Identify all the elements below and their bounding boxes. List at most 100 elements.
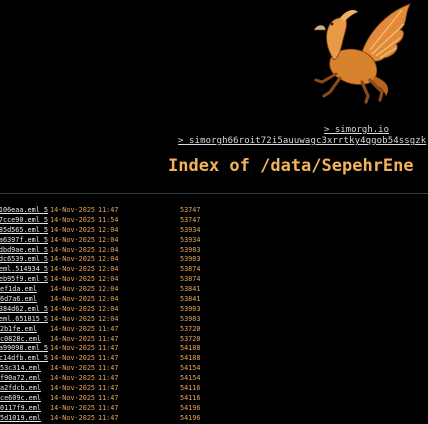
file-date: 14-Nov-2025 (50, 393, 96, 402)
file-size: 54154 (180, 364, 201, 373)
file-date: 14-Nov-2025 (50, 275, 96, 284)
file-link[interactable]: 5_eb95f9.eml (0, 275, 48, 285)
file-size: 54188 (180, 344, 201, 353)
file-row: f90a72.eml 14-Nov-2025 11:47 54154 (0, 374, 428, 384)
file-link[interactable]: 5_c14dfb.eml (0, 354, 48, 364)
file-time: 11:47 (98, 393, 119, 402)
file-time: 11:47 (98, 334, 119, 343)
file-row: 5d1019.eml 14-Nov-2025 11:47 54196 (0, 414, 428, 424)
file-row: 5_eb95f9.eml 14-Nov-2025 12:04 53874 (0, 275, 428, 285)
file-row: 5_651815.eml 14-Nov-2025 12:04 53903 (0, 315, 428, 325)
file-link[interactable]: 0117f9.eml (0, 404, 48, 414)
file-row: 53c314.eml 14-Nov-2025 11:47 54154 (0, 364, 428, 374)
file-link[interactable]: c0828c.eml (0, 335, 48, 345)
file-size: 53720 (180, 324, 201, 333)
file-link[interactable]: f90a72.eml (0, 374, 48, 384)
file-row: 6d7a6.eml 14-Nov-2025 12:04 53841 (0, 295, 428, 305)
file-row: ce609c.eml 14-Nov-2025 11:47 54116 (0, 394, 428, 404)
file-link[interactable]: 5d1019.eml (0, 414, 48, 424)
file-row: 5_dbd9ae.eml 14-Nov-2025 12:04 53903 (0, 246, 428, 256)
file-size: 53747 (180, 215, 201, 224)
file-date: 14-Nov-2025 (50, 354, 96, 363)
file-time: 11:47 (98, 374, 119, 383)
file-size: 53841 (180, 285, 201, 294)
file-size: 54196 (180, 403, 201, 412)
file-time: 11:47 (98, 384, 119, 393)
file-row: a2fdcb.eml 14-Nov-2025 11:47 54116 (0, 384, 428, 394)
file-date: 14-Nov-2025 (50, 324, 96, 333)
file-link[interactable]: 5_a6397f.eml (0, 236, 48, 246)
file-link[interactable]: ef1da.eml (0, 285, 48, 295)
file-row: 5_a99098.eml 14-Nov-2025 11:47 54188 (0, 344, 428, 354)
file-row: 5_7cce90.eml 14-Nov-2025 11:54 53747 (0, 216, 428, 226)
file-size: 54188 (180, 354, 201, 363)
file-time: 11:47 (98, 344, 119, 353)
file-date: 14-Nov-2025 (50, 245, 96, 254)
file-time: 11:47 (98, 413, 119, 422)
file-time: 12:04 (98, 235, 119, 244)
file-row: 5_384d62.eml 14-Nov-2025 12:04 53903 (0, 305, 428, 315)
file-time: 12:04 (98, 225, 119, 234)
file-date: 14-Nov-2025 (50, 285, 96, 294)
file-size: 53874 (180, 275, 201, 284)
file-row: 0117f9.eml 14-Nov-2025 11:47 54196 (0, 404, 428, 414)
file-date: 14-Nov-2025 (50, 314, 96, 323)
file-size: 53903 (180, 245, 201, 254)
file-date: 14-Nov-2025 (50, 206, 96, 214)
page-title: Index of /data/SepehrEne (168, 156, 414, 176)
file-time: 11:54 (98, 215, 119, 224)
file-link[interactable]: a2fdcb.eml (0, 384, 48, 394)
file-row: 5_106eaa.eml 14-Nov-2025 11:47 53747 (0, 206, 428, 216)
file-time: 12:04 (98, 314, 119, 323)
file-link[interactable]: 5_85d565.eml (0, 226, 48, 236)
file-date: 14-Nov-2025 (50, 255, 96, 264)
file-time: 12:04 (98, 275, 119, 284)
file-link[interactable]: 5_dc6539.eml (0, 255, 48, 265)
file-size: 53934 (180, 225, 201, 234)
file-size: 53747 (180, 206, 201, 214)
file-date: 14-Nov-2025 (50, 344, 96, 353)
file-size: 53903 (180, 304, 201, 313)
file-link[interactable]: ce609c.eml (0, 394, 48, 404)
site-link[interactable]: > simorgh.io (324, 125, 389, 135)
file-link[interactable]: 5_514934.eml (0, 265, 48, 275)
file-date: 14-Nov-2025 (50, 384, 96, 393)
file-size: 53903 (180, 255, 201, 264)
onion-link[interactable]: > simorgh66roit72i5auuwagc3xrrtky4qgob54… (178, 136, 426, 146)
file-date: 14-Nov-2025 (50, 295, 96, 304)
file-date: 14-Nov-2025 (50, 215, 96, 224)
griffin-logo-icon (300, 0, 415, 110)
file-date: 14-Nov-2025 (50, 225, 96, 234)
file-link[interactable]: 5_651815.eml (0, 315, 48, 325)
file-size: 53874 (180, 265, 201, 274)
file-link[interactable]: 5_106eaa.eml (0, 206, 48, 216)
file-size: 53903 (180, 314, 201, 323)
file-link[interactable]: 5_7cce90.eml (0, 216, 48, 226)
file-date: 14-Nov-2025 (50, 235, 96, 244)
file-link[interactable]: 2b1fe.eml (0, 325, 48, 335)
file-link[interactable]: 6d7a6.eml (0, 295, 48, 305)
file-size: 54116 (180, 384, 201, 393)
file-time: 12:04 (98, 285, 119, 294)
file-time: 12:04 (98, 295, 119, 304)
file-time: 12:04 (98, 265, 119, 274)
file-size: 54196 (180, 413, 201, 422)
file-listing: 5_106eaa.eml 14-Nov-2025 11:47 53747 5_7cce… (0, 206, 428, 424)
file-row: 5_514934.eml 14-Nov-2025 12:04 53874 (0, 265, 428, 275)
file-row: 5_a6397f.eml 14-Nov-2025 12:04 53934 (0, 236, 428, 246)
file-date: 14-Nov-2025 (50, 265, 96, 274)
file-date: 14-Nov-2025 (50, 413, 96, 422)
file-link[interactable]: 53c314.eml (0, 364, 48, 374)
file-time: 12:04 (98, 255, 119, 264)
file-time: 11:47 (98, 354, 119, 363)
file-link[interactable]: 5_a99098.eml (0, 344, 48, 354)
file-time: 11:47 (98, 324, 119, 333)
file-time: 11:47 (98, 206, 119, 214)
file-link[interactable]: 5_dbd9ae.eml (0, 246, 48, 256)
file-row: ef1da.eml 14-Nov-2025 12:04 53841 (0, 285, 428, 295)
file-date: 14-Nov-2025 (50, 364, 96, 373)
header-divider (0, 193, 428, 194)
file-link[interactable]: 5_384d62.eml (0, 305, 48, 315)
file-size: 54116 (180, 393, 201, 402)
file-date: 14-Nov-2025 (50, 403, 96, 412)
